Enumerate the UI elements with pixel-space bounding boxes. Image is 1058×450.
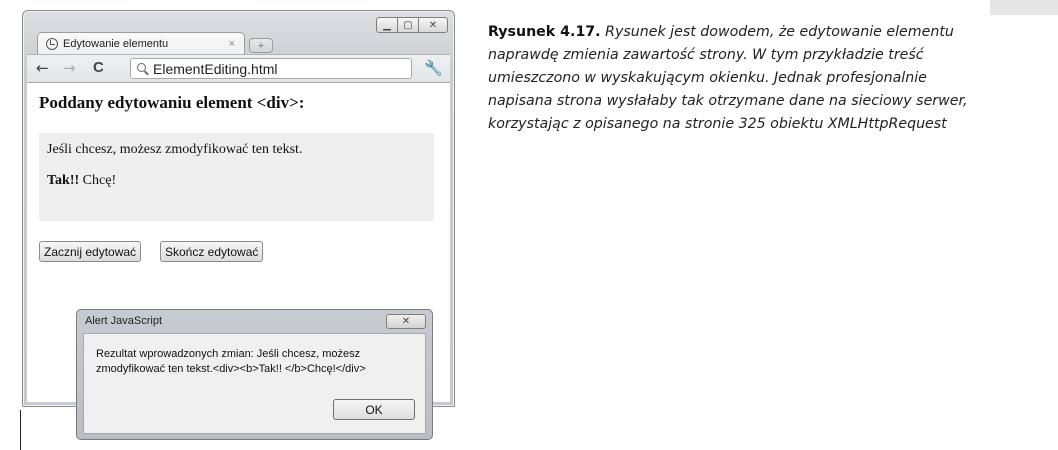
figure-caption: Rysunek 4.17. Rysunek jest dowodem, że e… [488,21,968,136]
minimize-button[interactable]: ▁ [376,17,398,33]
editable-text-line: Jeśli chcesz, możesz zmodyfikować ten te… [47,142,303,157]
forward-arrow-icon[interactable]: → [63,59,76,77]
window-controls: ▁ ▢ ✕ [376,17,448,33]
new-tab-button[interactable]: + [249,38,273,53]
reload-icon[interactable]: C [93,59,104,77]
wrench-menu-icon[interactable]: 🔧 [424,59,443,77]
alert-body: Rezultat wprowadzonych zmian: Jeśli chce… [83,333,426,434]
browser-tab[interactable]: Edytowanie elementu × [37,32,245,54]
address-bar[interactable]: ElementEditing.html [130,58,412,79]
alert-close-button[interactable]: ✕ [386,314,426,329]
back-arrow-icon[interactable]: ← [36,59,49,77]
stop-editing-button[interactable]: Skończ edytować [160,241,264,262]
bold-text: Tak!! [47,173,80,188]
close-window-button[interactable]: ✕ [418,17,448,33]
browser-toolbar: ← → C ElementEditing.html 🔧 [27,54,450,83]
page-corner-tab [990,0,1058,15]
address-text: ElementEditing.html [153,60,278,77]
margin-rule [20,410,21,450]
caption-label: Rysunek 4.17. [488,24,601,40]
tab-close-icon[interactable]: × [229,38,235,50]
page-favicon-icon [46,37,58,50]
alert-title: Alert JavaScript [85,315,163,327]
page-heading: Poddany edytowaniu element <div>: [39,93,305,112]
alert-message: Rezultat wprowadzonych zmian: Jeśli chce… [96,348,366,375]
maximize-button[interactable]: ▢ [397,17,419,33]
alert-dialog: Alert JavaScript ✕ Rezultat wprowadzonyc… [76,309,433,440]
alert-ok-button[interactable]: OK [333,399,415,420]
caption-text: Rysunek jest dowodem, że edytowanie elem… [488,24,968,132]
tab-title: Edytowanie elementu [63,37,169,50]
editable-div[interactable]: Jeśli chcesz, możesz zmodyfikować ten te… [39,133,434,221]
editable-bold-line: Tak!! Chcę! [47,173,116,189]
search-icon [137,63,146,72]
start-editing-button[interactable]: Zacznij edytować [39,241,142,262]
plain-text: Chcę! [79,173,117,188]
